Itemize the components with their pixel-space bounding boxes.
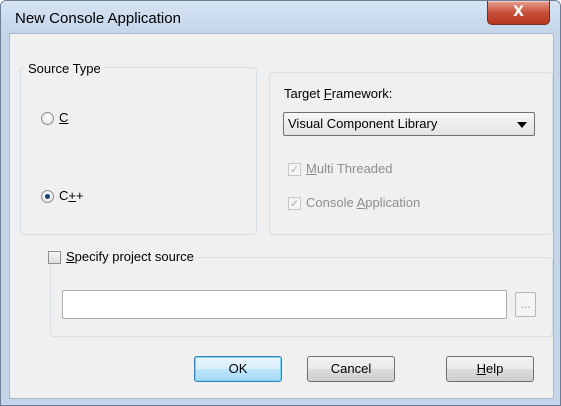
chevron-down-icon: [517, 122, 527, 128]
checkmark-icon[interactable]: ✓: [288, 196, 301, 210]
radio-c-indicator[interactable]: [41, 111, 54, 125]
cancel-button-label: Cancel: [330, 361, 372, 376]
close-button[interactable]: X: [487, 1, 550, 25]
target-framework-value: Visual Component Library: [288, 116, 438, 131]
dialog-window: New Console Application X Source Type C …: [0, 0, 561, 406]
source-type-legend: Source Type: [25, 61, 104, 77]
radio-cpp[interactable]: C++: [41, 188, 84, 204]
help-button-label: Help: [476, 361, 504, 376]
browse-button[interactable]: ...: [515, 292, 536, 317]
help-button[interactable]: Help: [446, 356, 534, 382]
specify-project-source-label: Specify project source: [66, 249, 194, 264]
checkbox-indicator[interactable]: [48, 250, 61, 264]
project-source-input[interactable]: [62, 290, 507, 319]
ok-button[interactable]: OK: [194, 356, 282, 382]
radio-c[interactable]: C: [41, 110, 68, 126]
radio-cpp-indicator[interactable]: [41, 189, 54, 203]
multi-threaded-label: Multi Threaded: [306, 161, 393, 176]
source-type-group: [20, 67, 257, 235]
checkmark-icon[interactable]: ✓: [288, 162, 301, 176]
console-application-label: Console Application: [306, 195, 421, 210]
dialog-client-area: Source Type C C++ Target Framework: Visu…: [9, 33, 554, 399]
specify-project-source-checkbox[interactable]: Specify project source: [48, 249, 198, 265]
window-title: New Console Application: [15, 10, 181, 27]
close-icon: X: [513, 4, 524, 20]
console-application-checkbox[interactable]: ✓ Console Application: [288, 195, 420, 211]
cancel-button[interactable]: Cancel: [307, 356, 395, 382]
radio-c-label: C: [59, 110, 69, 125]
target-framework-label: Target Framework:: [284, 86, 393, 101]
multi-threaded-checkbox[interactable]: ✓ Multi Threaded: [288, 161, 393, 177]
ok-button-label: OK: [228, 361, 248, 376]
title-bar[interactable]: New Console Application X: [1, 1, 560, 33]
ellipsis-icon: ...: [520, 297, 531, 311]
radio-cpp-label: C++: [59, 188, 84, 203]
target-framework-select[interactable]: Visual Component Library: [283, 112, 535, 136]
